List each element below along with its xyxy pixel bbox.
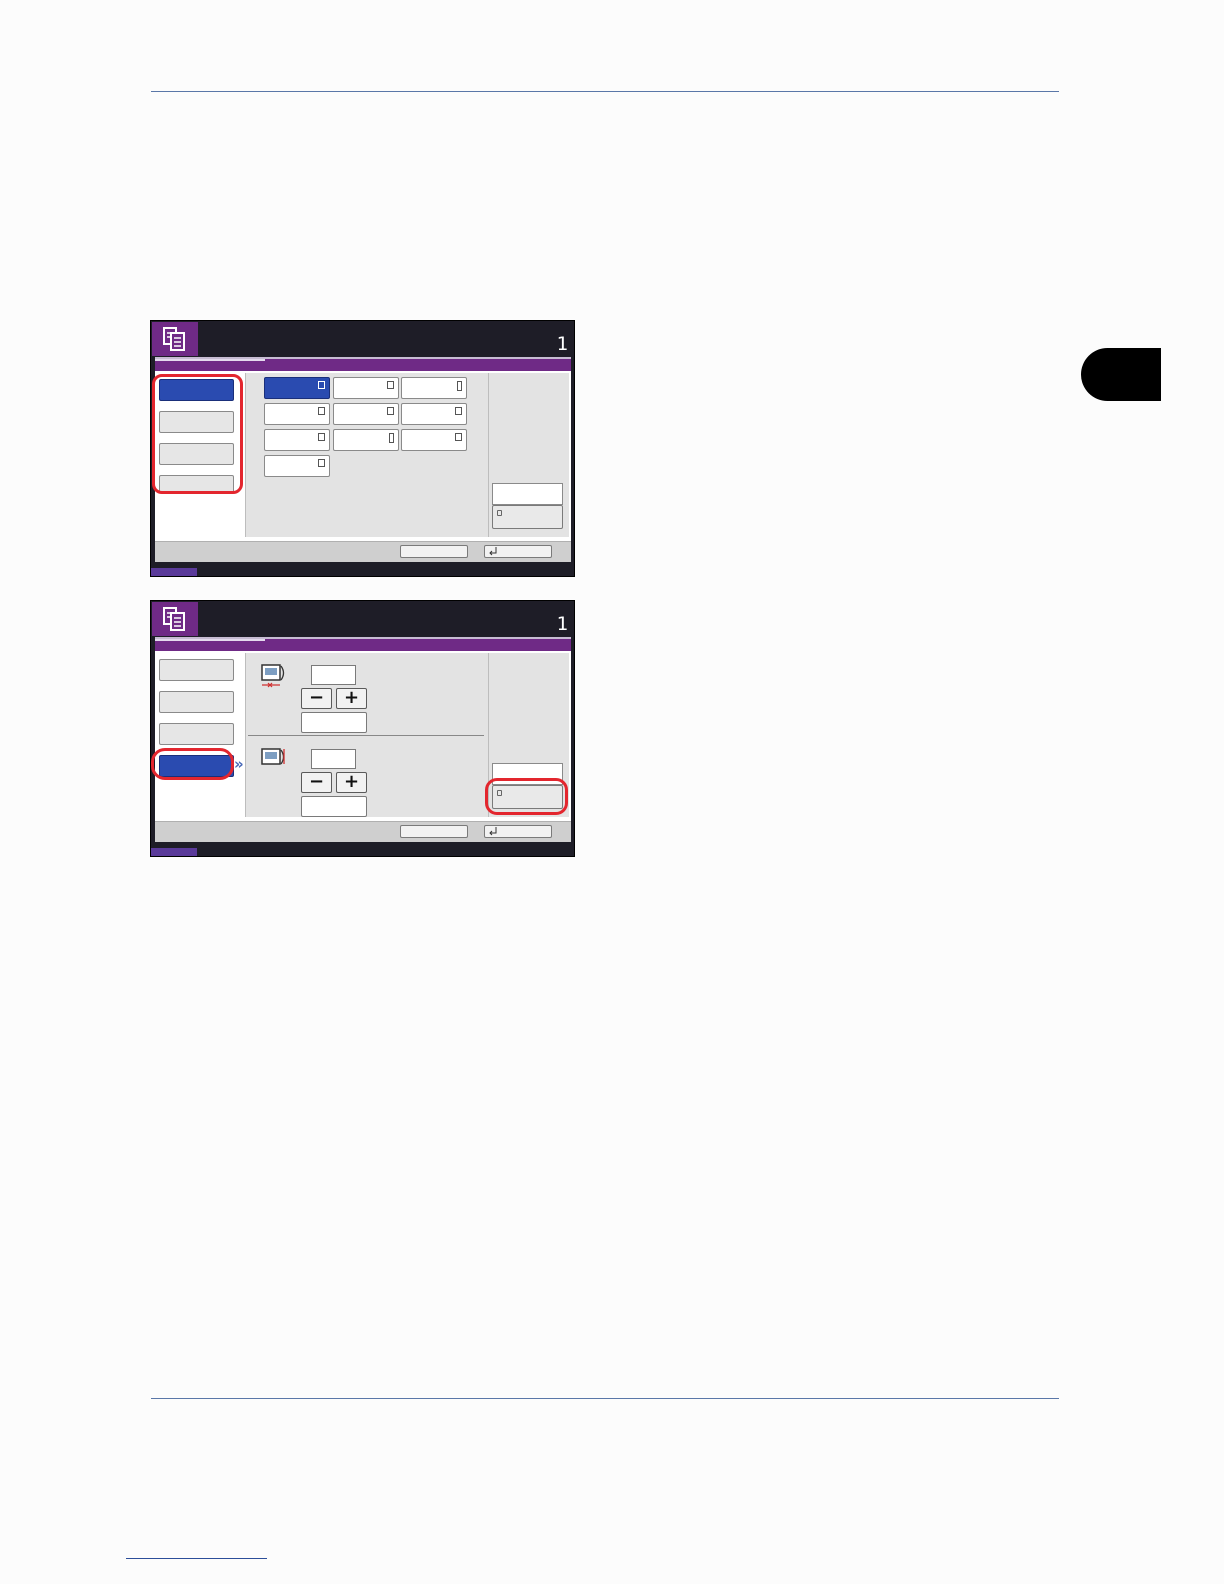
enter-icon [489,547,497,556]
copy-mode-tab[interactable] [152,322,198,356]
paper-orientation-icon [318,381,325,389]
width-plus-button[interactable]: + [336,688,367,709]
size-button-9[interactable] [401,429,467,451]
section-divider [248,735,484,736]
footer-underline [126,1558,267,1559]
panel-header [155,637,571,651]
highlight-sidebar-button [151,748,234,780]
width-value-field[interactable] [311,665,356,685]
sidebar-button-1[interactable] [159,659,234,681]
length-entry-icon [261,748,285,765]
chevron-right-icon: » [234,755,244,773]
bottom-bar [155,821,571,842]
size-button-3[interactable] [401,377,467,399]
paper-orientation-icon [455,407,462,415]
size-button-5[interactable] [333,403,399,425]
size-button-6[interactable] [401,403,467,425]
length-minus-button[interactable]: − [301,772,332,793]
right-info-box [492,483,563,505]
sidebar-button-3[interactable] [159,723,234,745]
length-numeric-keys-button[interactable] [301,796,367,817]
paper-orientation-icon [387,381,394,389]
bottom-bar [155,541,571,562]
copy-icon [163,327,185,351]
right-option-button[interactable] [492,505,563,529]
touch-panel-screen-2: 1 » − + − + [150,600,575,857]
enter-icon [489,827,497,836]
highlight-sidebar [152,374,243,494]
paper-orientation-icon [389,433,394,443]
panel-header [155,357,571,371]
cancel-button[interactable] [400,545,468,558]
paper-orientation-icon [318,459,325,467]
chapter-tab [1081,348,1161,401]
length-plus-button[interactable]: + [336,772,367,793]
size-button-1[interactable] [264,377,330,399]
ok-button[interactable] [484,545,552,558]
highlight-right-button [485,778,568,815]
size-button-2[interactable] [333,377,399,399]
copy-mode-tab[interactable] [152,602,198,636]
header-rule [151,91,1059,92]
sidebar-button-2[interactable] [159,691,234,713]
size-grid [245,373,488,537]
copy-count: 1 [556,333,568,355]
ok-button[interactable] [484,825,552,838]
paper-orientation-icon [387,407,394,415]
sidebar: » [155,651,244,821]
width-entry-icon [261,664,285,688]
size-button-7[interactable] [264,429,330,451]
paper-orientation-icon [318,433,325,441]
status-strip [151,848,197,856]
copy-count: 1 [556,613,568,635]
width-minus-button[interactable]: − [301,688,332,709]
status-strip [151,568,197,576]
footer-rule [151,1398,1059,1399]
cancel-button[interactable] [400,825,468,838]
paper-orientation-icon [457,381,462,391]
paper-orientation-icon [318,407,325,415]
right-column [488,373,569,537]
length-value-field[interactable] [311,749,356,769]
paper-orientation-icon [455,433,462,441]
width-numeric-keys-button[interactable] [301,712,367,733]
size-entry-area: − + − + [245,653,488,817]
size-button-4[interactable] [264,403,330,425]
size-button-10[interactable] [264,455,330,477]
copy-icon [163,607,185,631]
indicator-icon [497,510,502,516]
size-button-8[interactable] [333,429,399,451]
